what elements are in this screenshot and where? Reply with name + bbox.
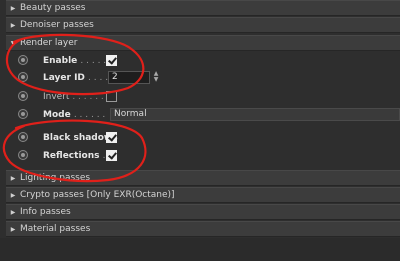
section-label: Beauty passes	[20, 3, 86, 13]
section-info-passes[interactable]: ▶ Info passes	[6, 204, 400, 220]
section-label: Crypto passes [Only EXR(Octane)]	[20, 190, 175, 200]
triangle-down-icon: ▼	[10, 39, 16, 47]
triangle-right-icon: ▶	[10, 4, 16, 12]
section-material-passes[interactable]: ▶ Material passes	[6, 221, 400, 237]
render-settings-panel: ▶ Beauty passes ▶ Denoiser passes ▼ Rend…	[0, 0, 400, 261]
section-render-layer[interactable]: ▼ Render layer	[6, 35, 400, 51]
invert-label: Invert . . . . . .	[43, 91, 104, 102]
mode-row: Mode . . . . . . Normal	[6, 106, 400, 123]
black-shadows-checkbox[interactable]	[106, 132, 117, 143]
layer-id-field[interactable]: 2	[108, 71, 150, 84]
enable-checkbox[interactable]	[106, 55, 117, 66]
triangle-right-icon: ▶	[10, 21, 16, 29]
triangle-right-icon: ▶	[10, 191, 16, 199]
section-label: Info passes	[20, 207, 71, 217]
animation-radio-icon[interactable]	[18, 132, 28, 142]
enable-row: Enable . . . . .	[6, 52, 400, 69]
section-label: Lighting passes	[20, 173, 91, 183]
animation-radio-icon[interactable]	[18, 55, 28, 65]
section-beauty-passes[interactable]: ▶ Beauty passes	[6, 0, 400, 16]
section-denoiser-passes[interactable]: ▶ Denoiser passes	[6, 17, 400, 33]
layer-id-row: Layer ID . . . . 2 ▲ ▼	[6, 69, 400, 86]
section-label: Material passes	[20, 224, 91, 234]
empty-panel-area	[0, 238, 400, 261]
enable-label: Enable . . . . .	[43, 55, 107, 66]
triangle-right-icon: ▶	[10, 174, 16, 182]
section-label: Denoiser passes	[20, 20, 94, 30]
triangle-right-icon: ▶	[10, 208, 16, 216]
triangle-right-icon: ▶	[10, 225, 16, 233]
invert-checkbox[interactable]	[106, 91, 117, 102]
mode-label: Mode . . . . . .	[43, 109, 106, 120]
animation-radio-icon[interactable]	[18, 91, 28, 101]
layer-id-label: Layer ID . . . .	[43, 72, 109, 83]
animation-radio-icon[interactable]	[18, 72, 28, 82]
section-crypto-passes[interactable]: ▶ Crypto passes [Only EXR(Octane)]	[6, 187, 400, 203]
spinner-arrows-icon[interactable]: ▲ ▼	[152, 71, 160, 84]
reflections-checkbox[interactable]	[106, 150, 117, 161]
invert-row: Invert . . . . . .	[6, 88, 400, 105]
section-label: Render layer	[20, 38, 78, 48]
reflections-row: Reflections . .	[6, 147, 400, 164]
mode-dropdown[interactable]: Normal	[110, 108, 400, 121]
animation-radio-icon[interactable]	[18, 109, 28, 119]
black-shadows-row: Black shadows	[6, 129, 400, 146]
reflections-label: Reflections . .	[43, 150, 111, 161]
animation-radio-icon[interactable]	[18, 150, 28, 160]
section-lighting-passes[interactable]: ▶ Lighting passes	[6, 170, 400, 186]
